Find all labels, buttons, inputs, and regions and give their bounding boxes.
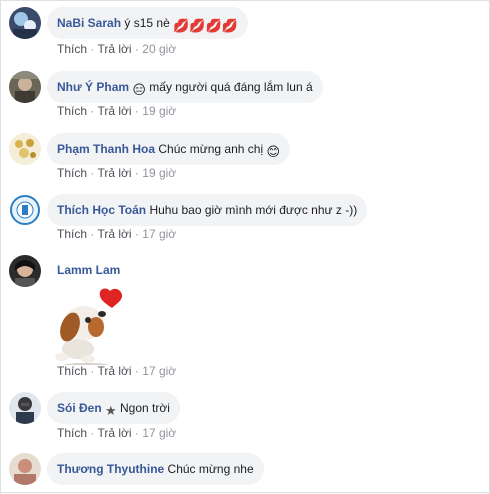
comment-bubble: NaBi Sarah ý s15 nè 💋💋💋💋 xyxy=(47,7,248,39)
timestamp[interactable]: 19 giờ xyxy=(142,166,176,180)
comment-bubble: Thích Học Toán Huhu bao giờ mình mới đượ… xyxy=(47,194,368,226)
frame-left-border xyxy=(0,1,1,494)
timestamp[interactable]: 17 giờ xyxy=(142,364,176,378)
separator: · xyxy=(134,42,139,56)
star-icon: ★ xyxy=(105,403,117,418)
reply-link[interactable]: Trả lời xyxy=(97,104,131,118)
comment-bubble: Thương Thyuthine Chúc mừng nhe xyxy=(47,453,264,485)
reply-link[interactable]: Trả lời xyxy=(97,426,131,440)
comment-text: ý s15 nè xyxy=(124,16,170,30)
reply-link[interactable]: Trả lời xyxy=(97,166,131,180)
comment-actions: Thích · Trả lời · 17 giờ xyxy=(57,364,176,378)
avatar[interactable] xyxy=(9,453,41,485)
comment-text: Chúc mừng anh chị xyxy=(158,142,264,156)
comment-actions: Thích · Trả lời · 17 giờ xyxy=(57,426,176,440)
comment-actions: Thích · Trả lời · 19 giờ xyxy=(57,166,176,180)
separator: · xyxy=(134,364,139,378)
separator: · xyxy=(134,227,139,241)
like-link[interactable]: Thích xyxy=(57,166,87,180)
avatar[interactable] xyxy=(9,133,41,165)
comment-text: mấy người quá đáng lắm lun á xyxy=(149,80,313,94)
puppy-heart-sticker-icon[interactable] xyxy=(48,287,124,367)
comment-author[interactable]: Lamm Lam xyxy=(57,263,120,277)
separator: · xyxy=(90,42,95,56)
kiss-lips-emoji-icon: 💋💋💋💋 xyxy=(173,18,238,33)
comment-actions: Thích · Trả lời · 20 giờ xyxy=(57,42,176,56)
comment-text: Huhu bao giờ mình mới được như z -)) xyxy=(149,203,358,217)
comment-author[interactable]: Phạm Thanh Hoa xyxy=(57,142,155,156)
smiling-face-emoji-icon: 😊 xyxy=(266,144,281,159)
like-link[interactable]: Thích xyxy=(57,364,87,378)
separator: · xyxy=(90,104,95,118)
timestamp[interactable]: 20 giờ xyxy=(142,42,176,56)
avatar[interactable] xyxy=(9,255,41,287)
reply-link[interactable]: Trả lời xyxy=(97,364,131,378)
separator: · xyxy=(90,166,95,180)
separator: · xyxy=(90,364,95,378)
like-link[interactable]: Thích xyxy=(57,426,87,440)
separator: · xyxy=(134,104,139,118)
comment-actions: Thích · Trả lời · 19 giờ xyxy=(57,104,176,118)
avatar[interactable] xyxy=(9,71,41,103)
comment-author[interactable]: Như Ý Pham xyxy=(57,80,129,94)
separator: · xyxy=(134,426,139,440)
like-link[interactable]: Thích xyxy=(57,104,87,118)
comment-author[interactable]: Sói Đen xyxy=(57,401,102,415)
comment-author[interactable]: Thương Thyuthine xyxy=(57,462,164,476)
avatar[interactable] xyxy=(9,7,41,39)
separator: · xyxy=(90,227,95,241)
separator: · xyxy=(134,166,139,180)
expressionless-face-emoji-icon: 😑 xyxy=(132,82,146,97)
avatar[interactable] xyxy=(9,392,41,424)
comment-text: Chúc mừng nhe xyxy=(167,462,254,476)
timestamp[interactable]: 17 giờ xyxy=(142,426,176,440)
comment-author[interactable]: Thích Học Toán xyxy=(57,203,146,217)
comment-bubble: Sói Đen ★ Ngon trời xyxy=(47,392,180,424)
comment-bubble: Như Ý Pham 😑 mấy người quá đáng lắm lun … xyxy=(47,71,323,103)
reply-link[interactable]: Trả lời xyxy=(97,42,131,56)
reply-link[interactable]: Trả lời xyxy=(97,227,131,241)
like-link[interactable]: Thích xyxy=(57,42,87,56)
like-link[interactable]: Thích xyxy=(57,227,87,241)
comment-text: Ngon trời xyxy=(120,401,170,415)
timestamp[interactable]: 17 giờ xyxy=(142,227,176,241)
comment-author[interactable]: NaBi Sarah xyxy=(57,16,121,30)
timestamp[interactable]: 19 giờ xyxy=(142,104,176,118)
comment-actions: Thích · Trả lời · 17 giờ xyxy=(57,227,176,241)
separator: · xyxy=(90,426,95,440)
avatar[interactable] xyxy=(9,194,41,226)
comment-bubble: Phạm Thanh Hoa Chúc mừng anh chị 😊 xyxy=(47,133,291,165)
